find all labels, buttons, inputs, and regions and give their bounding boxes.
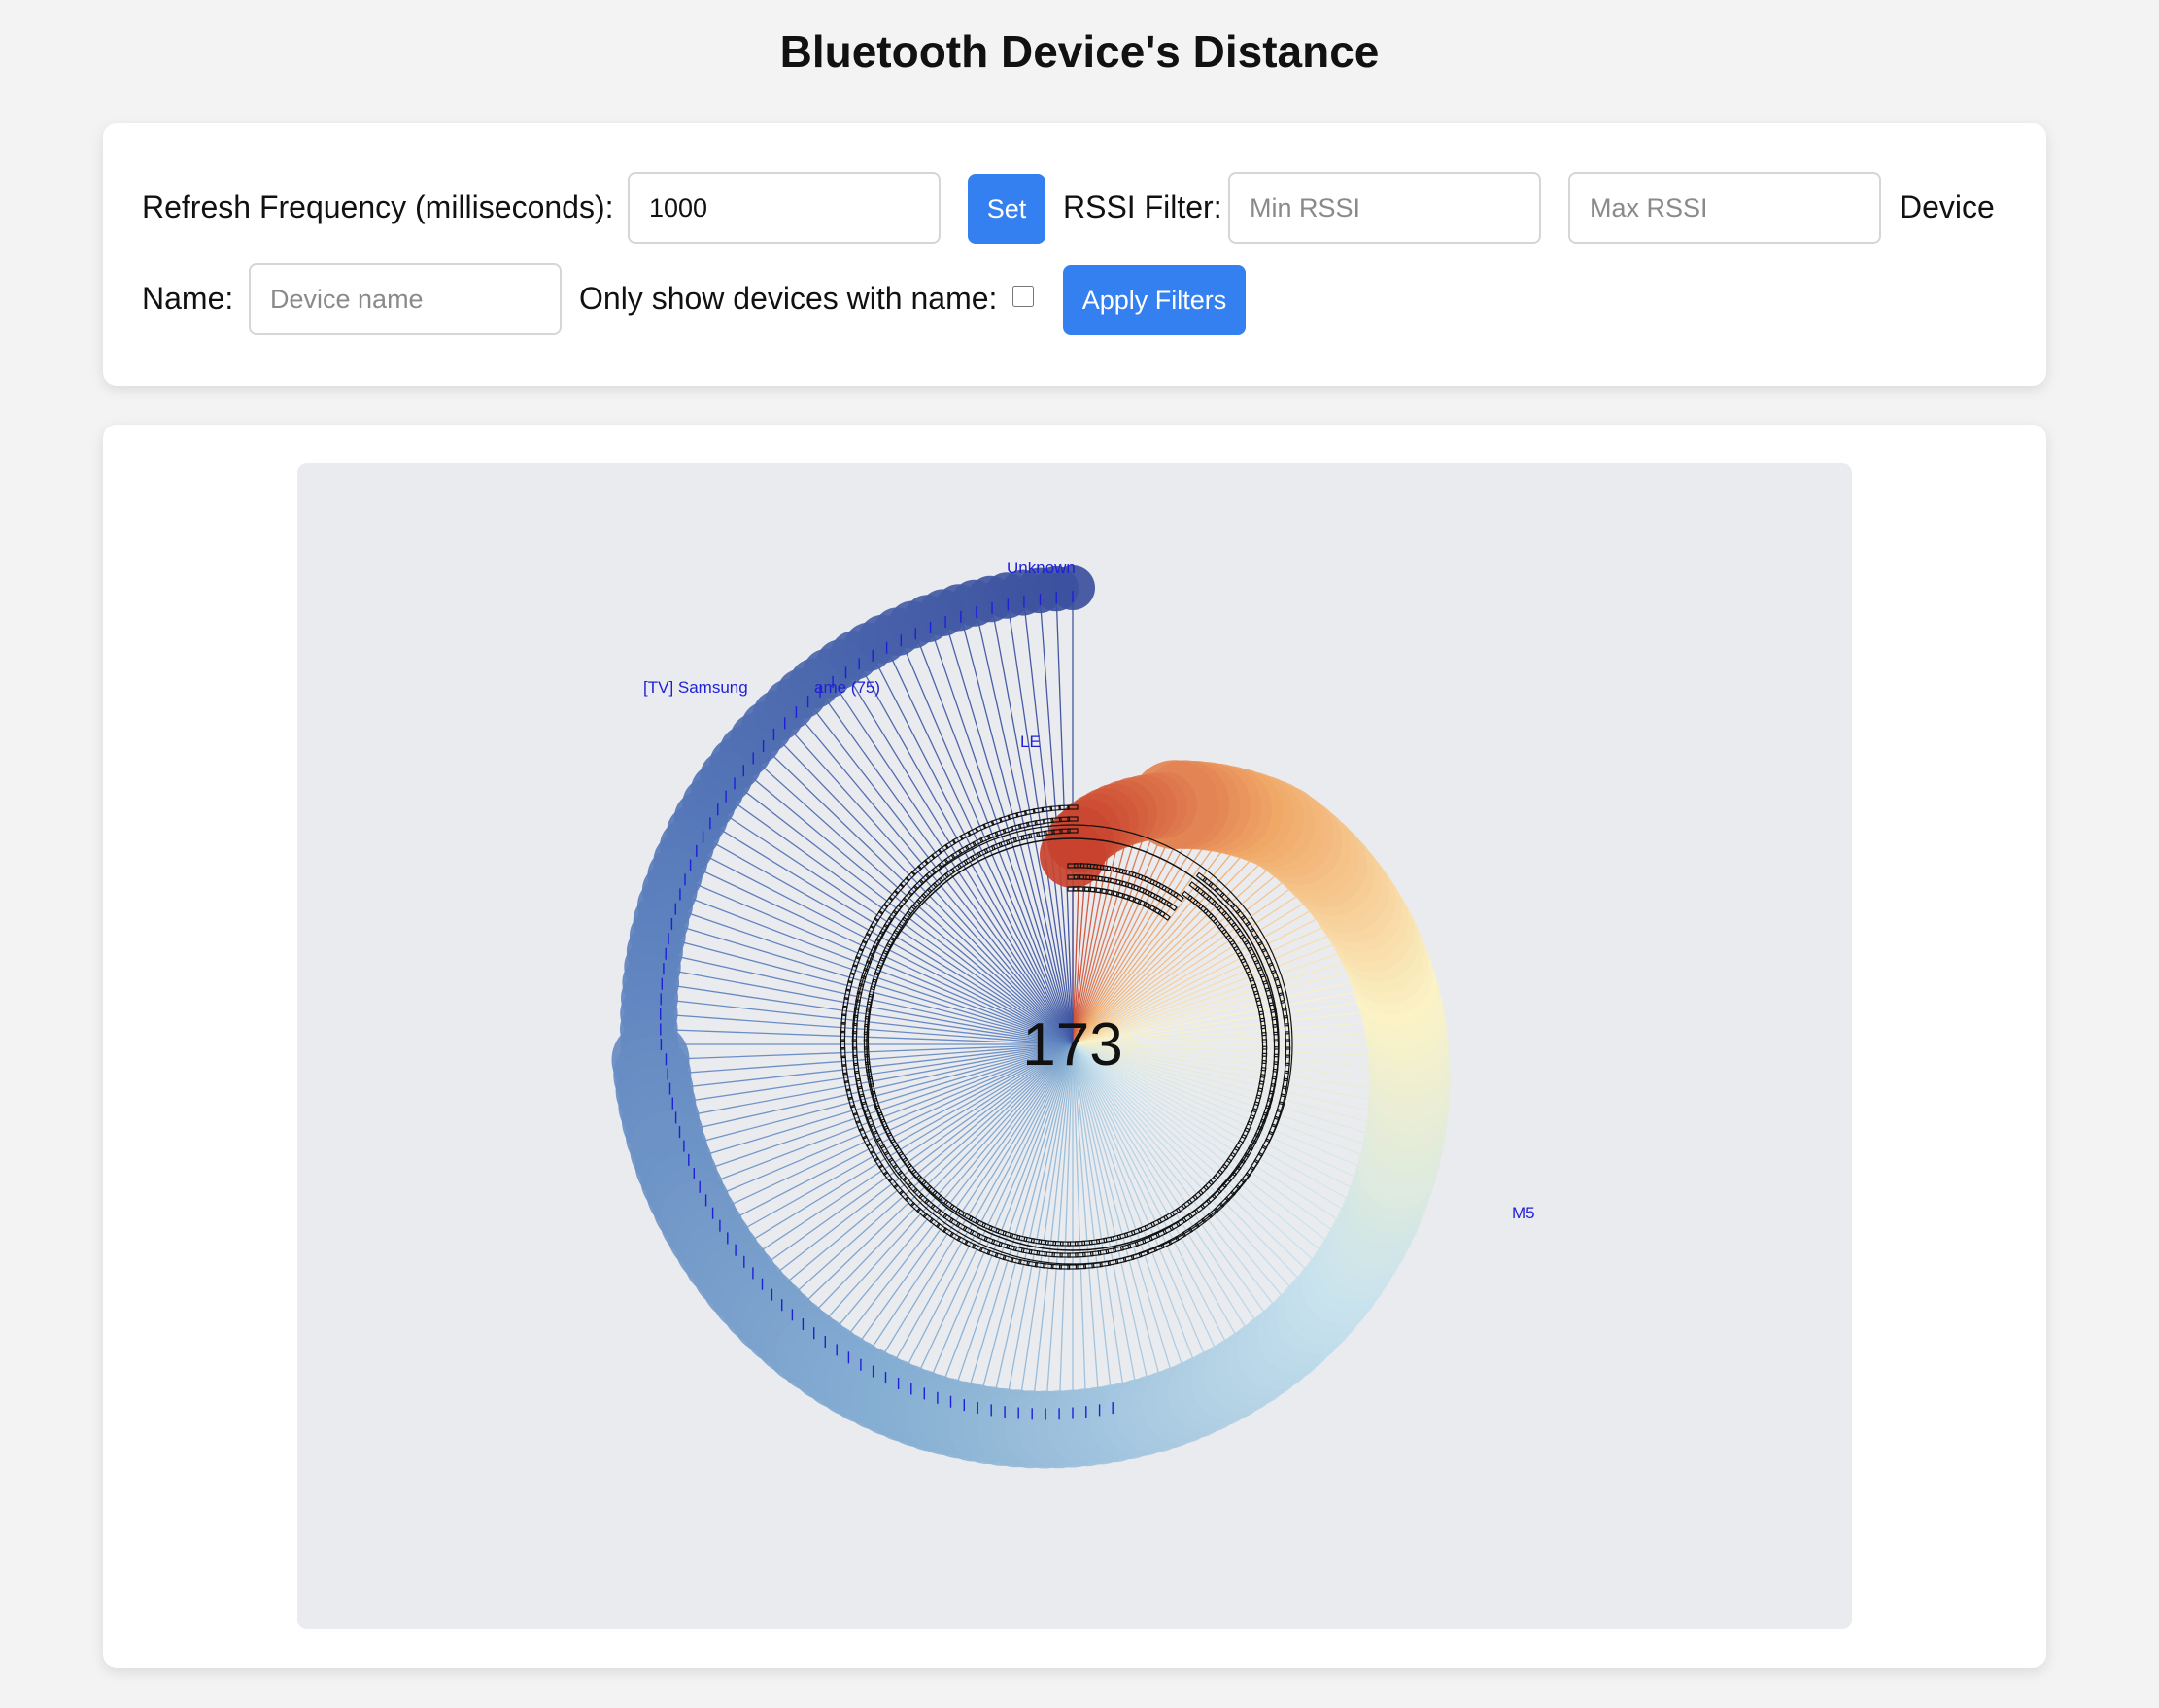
device-label-unknown: Unknown — [1007, 559, 1076, 577]
spoke-line — [877, 1043, 1074, 1392]
radial-distance-chart: Unknown [TV] Samsung ame (75) LE M5 173 — [611, 559, 1535, 1469]
set-button[interactable]: Set — [968, 174, 1045, 244]
spoke-line — [648, 1028, 1074, 1045]
only-named-checkbox[interactable] — [1012, 286, 1034, 307]
refresh-frequency-input[interactable] — [628, 172, 941, 244]
spoke-line — [1072, 1043, 1232, 1382]
device-label-le: LE — [1020, 733, 1041, 751]
spoke-line — [987, 1043, 1074, 1426]
spoke-line — [1072, 1043, 1208, 1394]
device-name-input[interactable] — [249, 263, 562, 335]
distance-plot: Unknown [TV] Samsung ame (75) LE M5 173 — [297, 463, 1852, 1629]
spoke-line — [777, 715, 1074, 1045]
spoke-line — [826, 672, 1074, 1045]
spoke-line — [680, 860, 1074, 1045]
spoke-line — [1072, 1043, 1254, 1368]
page-title: Bluetooth Device's Distance — [779, 26, 1380, 77]
spoke-line — [803, 1043, 1074, 1346]
spoke-line — [749, 1043, 1074, 1295]
spoke-line — [669, 889, 1074, 1045]
spoke-line — [654, 950, 1074, 1045]
spoke-line — [770, 1043, 1074, 1316]
spoke-line — [904, 1043, 1074, 1404]
spoke-line — [1072, 1043, 1088, 1428]
only-named-label: Only show devices with name: — [579, 281, 998, 316]
max-rssi-input[interactable] — [1568, 172, 1881, 244]
spoke-line — [685, 1043, 1074, 1194]
spoke-line — [973, 1043, 1074, 1423]
min-rssi-input[interactable] — [1228, 172, 1541, 244]
apply-filters-button[interactable]: Apply Filters — [1063, 265, 1246, 335]
spoke-line — [853, 655, 1074, 1045]
rssi-filter-label: RSSI Filter: — [1063, 189, 1222, 224]
spoke-line — [657, 935, 1074, 1045]
spoke-line — [650, 1043, 1074, 1061]
device-label-samsung: [TV] Samsung — [643, 678, 748, 697]
device-label-samsung-suffix: ame (75) — [814, 678, 880, 697]
device-name-label: Device — [1900, 189, 1995, 224]
spoke-line — [668, 1043, 1074, 1151]
spoke-line — [1057, 1043, 1074, 1430]
device-count: 173 — [1022, 1011, 1122, 1078]
spoke-line — [693, 831, 1074, 1045]
refresh-frequency-label: Refresh Frequency (milliseconds): — [142, 189, 614, 224]
controls-panel — [103, 123, 2046, 386]
device-label-m5: M5 — [1512, 1204, 1535, 1222]
spoke-line — [708, 803, 1074, 1045]
device-name-label-continued: Name: — [142, 281, 234, 316]
spoke-line — [1072, 1043, 1156, 1415]
spoke-line — [1072, 1043, 1316, 1315]
spoke-line — [1072, 1043, 1277, 1351]
